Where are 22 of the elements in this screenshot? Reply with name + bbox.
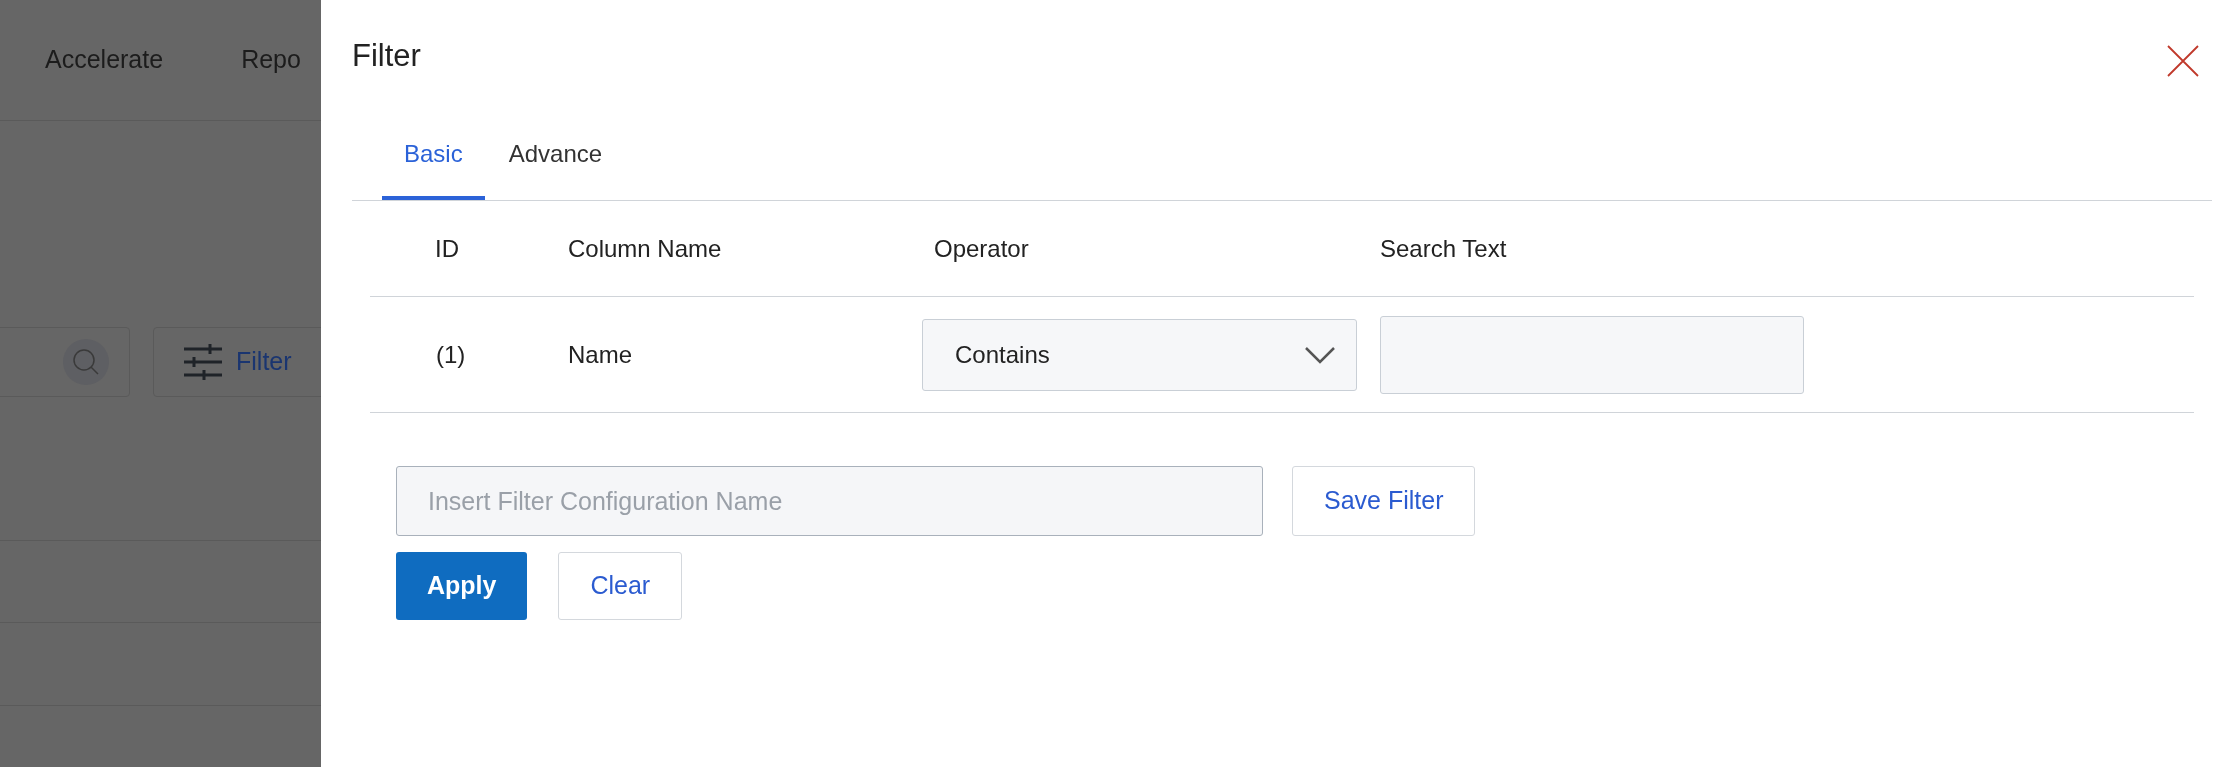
search-icon[interactable] — [63, 339, 109, 385]
search-field[interactable] — [0, 327, 130, 397]
column-header: ID — [435, 234, 459, 262]
filter-name-field[interactable]: Insert Filter Configuration Name — [396, 466, 1263, 536]
close-icon[interactable] — [2166, 44, 2200, 78]
nav-item[interactable]: Accelerate — [45, 41, 164, 79]
dialog-title: Filter — [352, 38, 421, 74]
column-header: Search Text — [1380, 234, 1507, 262]
column-header: Column Name — [568, 234, 722, 262]
sliders-icon — [184, 343, 222, 381]
clear-button[interactable]: Clear — [558, 552, 683, 620]
tab[interactable]: Basic — [382, 136, 485, 200]
nav-item[interactable]: Repo — [241, 41, 301, 79]
column-header: Operator — [934, 234, 1029, 262]
search-text-field[interactable] — [1380, 315, 1804, 394]
table-cell: (1) — [436, 340, 466, 368]
operator-select[interactable]: Contains — [922, 318, 1357, 391]
tab[interactable]: Advance — [486, 136, 625, 200]
save-filter-button[interactable]: Save Filter — [1292, 466, 1476, 536]
table-cell: Name — [568, 340, 633, 368]
apply-button[interactable]: Apply — [396, 552, 528, 620]
chevron-down-icon — [1304, 344, 1336, 365]
